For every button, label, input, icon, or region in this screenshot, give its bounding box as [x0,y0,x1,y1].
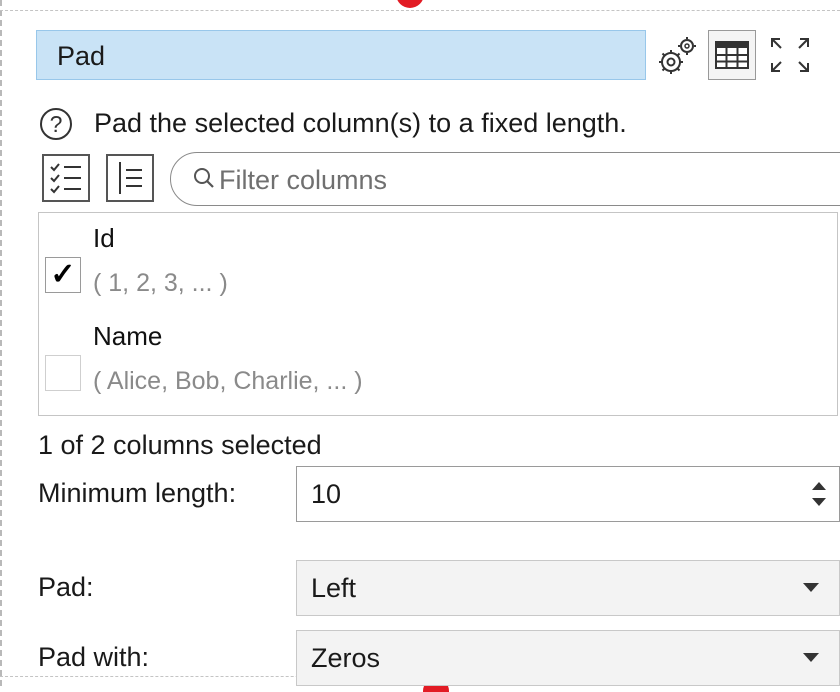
column-sample: ( Alice, Bob, Charlie, ... ) [93,367,363,395]
pad-with-select[interactable]: Zeros [296,630,840,686]
column-sample: ( 1, 2, 3, ... ) [93,269,228,297]
pad-value: Left [311,573,357,603]
checklist-icon [50,163,81,194]
search-icon [194,168,214,188]
select-none-button[interactable] [106,154,154,202]
title-field[interactable]: Pad [36,30,646,80]
panel-title: Pad [57,41,106,71]
filter-placeholder: Filter columns [219,165,388,195]
filter-row: Filter columns [36,152,840,206]
column-name: Id [93,223,115,253]
pad-select[interactable]: Left [296,560,840,616]
column-list: ✓ Id ( 1, 2, 3, ... ) Name ( Alice, Bob,… [38,212,838,416]
chevron-down-icon [803,653,819,662]
minimum-length-label: Minimum length: [38,478,237,508]
column-checkbox-id[interactable]: ✓ [45,257,81,293]
list-icon [119,162,142,194]
pad-row: Pad: Left [38,560,840,618]
minimum-length-value: 10 [311,479,342,509]
pad-label: Pad: [38,572,94,602]
title-row: Pad [36,30,840,84]
minimum-length-row: Minimum length: 10 [38,466,840,524]
selected-count: 1 of 2 columns selected [38,430,322,460]
spin-up-icon[interactable] [811,481,827,491]
expand-button[interactable] [762,30,840,80]
table-icon [715,41,749,69]
chevron-down-icon [803,583,819,592]
settings-button[interactable] [654,30,702,80]
column-name: Name [93,321,163,351]
minimum-length-stepper[interactable]: 10 [296,466,840,522]
table-view-button[interactable] [708,30,756,80]
help-icon[interactable]: ? [40,108,72,140]
column-checkbox-name[interactable] [45,355,81,391]
panel-description: Pad the selected column(s) to a fixed le… [94,108,627,138]
column-item-id[interactable]: ✓ Id ( 1, 2, 3, ... ) [39,217,837,315]
filter-columns-input[interactable]: Filter columns [170,152,840,206]
select-all-button[interactable] [42,154,90,202]
description-row: ? Pad the selected column(s) to a fixed … [36,104,840,148]
column-item-name[interactable]: Name ( Alice, Bob, Charlie, ... ) [39,315,837,413]
spin-buttons[interactable] [799,467,839,521]
expand-icon [771,38,809,72]
spin-down-icon[interactable] [811,497,827,507]
pad-with-row: Pad with: Zeros [38,630,840,688]
pad-with-label: Pad with: [38,642,150,672]
pad-with-value: Zeros [311,643,381,673]
gear-icon [659,37,696,74]
